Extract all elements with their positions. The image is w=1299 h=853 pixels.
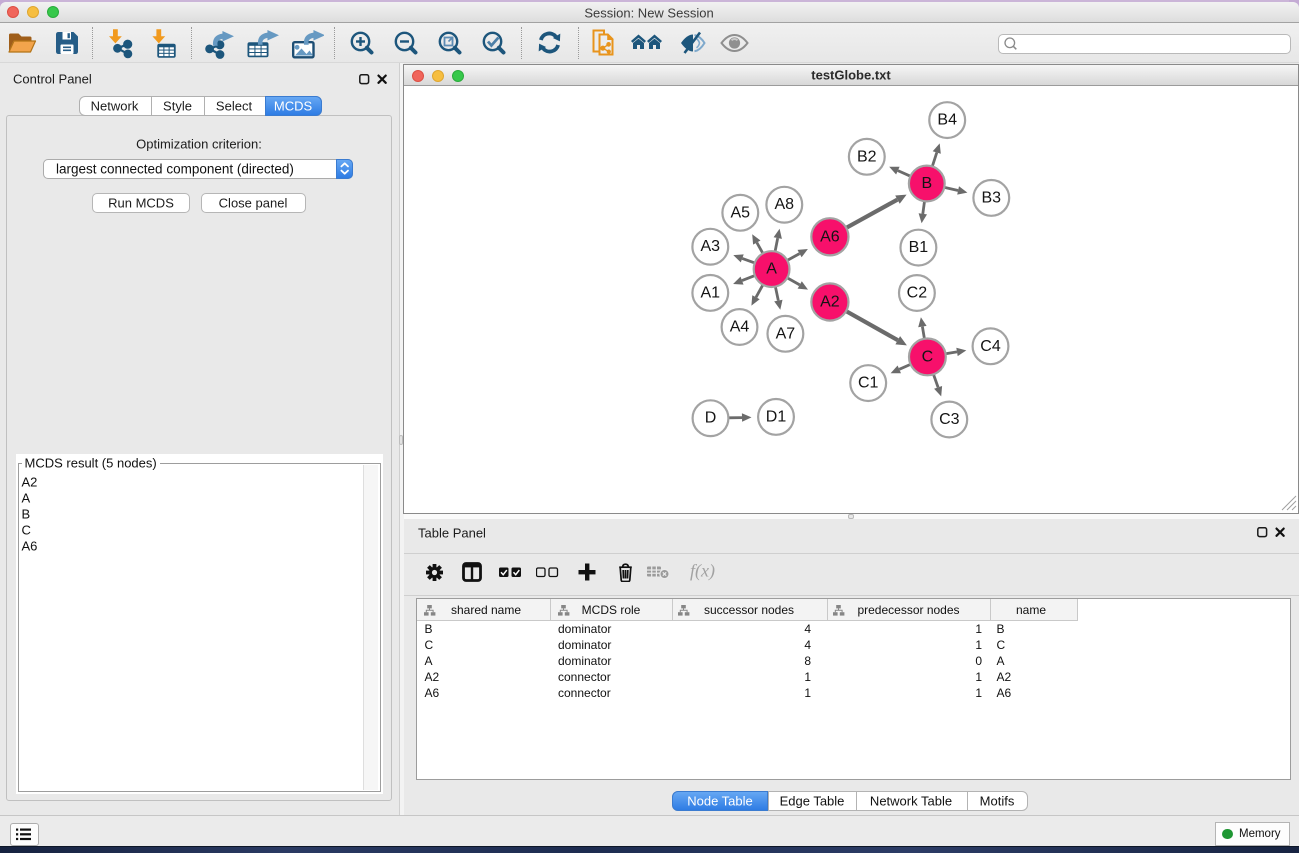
svg-text:B: B xyxy=(921,175,932,192)
svg-text:B1: B1 xyxy=(909,239,929,256)
svg-text:C3: C3 xyxy=(939,411,960,428)
svg-text:C: C xyxy=(922,348,934,365)
svg-text:A7: A7 xyxy=(776,325,796,342)
svg-text:B3: B3 xyxy=(982,189,1002,206)
svg-text:A5: A5 xyxy=(731,204,751,221)
svg-text:A: A xyxy=(766,260,777,277)
svg-text:A4: A4 xyxy=(730,318,750,335)
svg-text:C4: C4 xyxy=(980,337,1001,354)
svg-text:A6: A6 xyxy=(820,228,840,245)
svg-text:C2: C2 xyxy=(907,284,928,301)
svg-text:D1: D1 xyxy=(766,408,787,425)
svg-text:B2: B2 xyxy=(857,148,877,165)
svg-text:A8: A8 xyxy=(775,196,795,213)
svg-text:B4: B4 xyxy=(937,111,957,128)
svg-text:A1: A1 xyxy=(701,284,721,301)
svg-text:C1: C1 xyxy=(858,374,879,391)
svg-text:A3: A3 xyxy=(701,238,721,255)
svg-text:D: D xyxy=(705,409,717,426)
svg-text:A2: A2 xyxy=(820,293,840,310)
